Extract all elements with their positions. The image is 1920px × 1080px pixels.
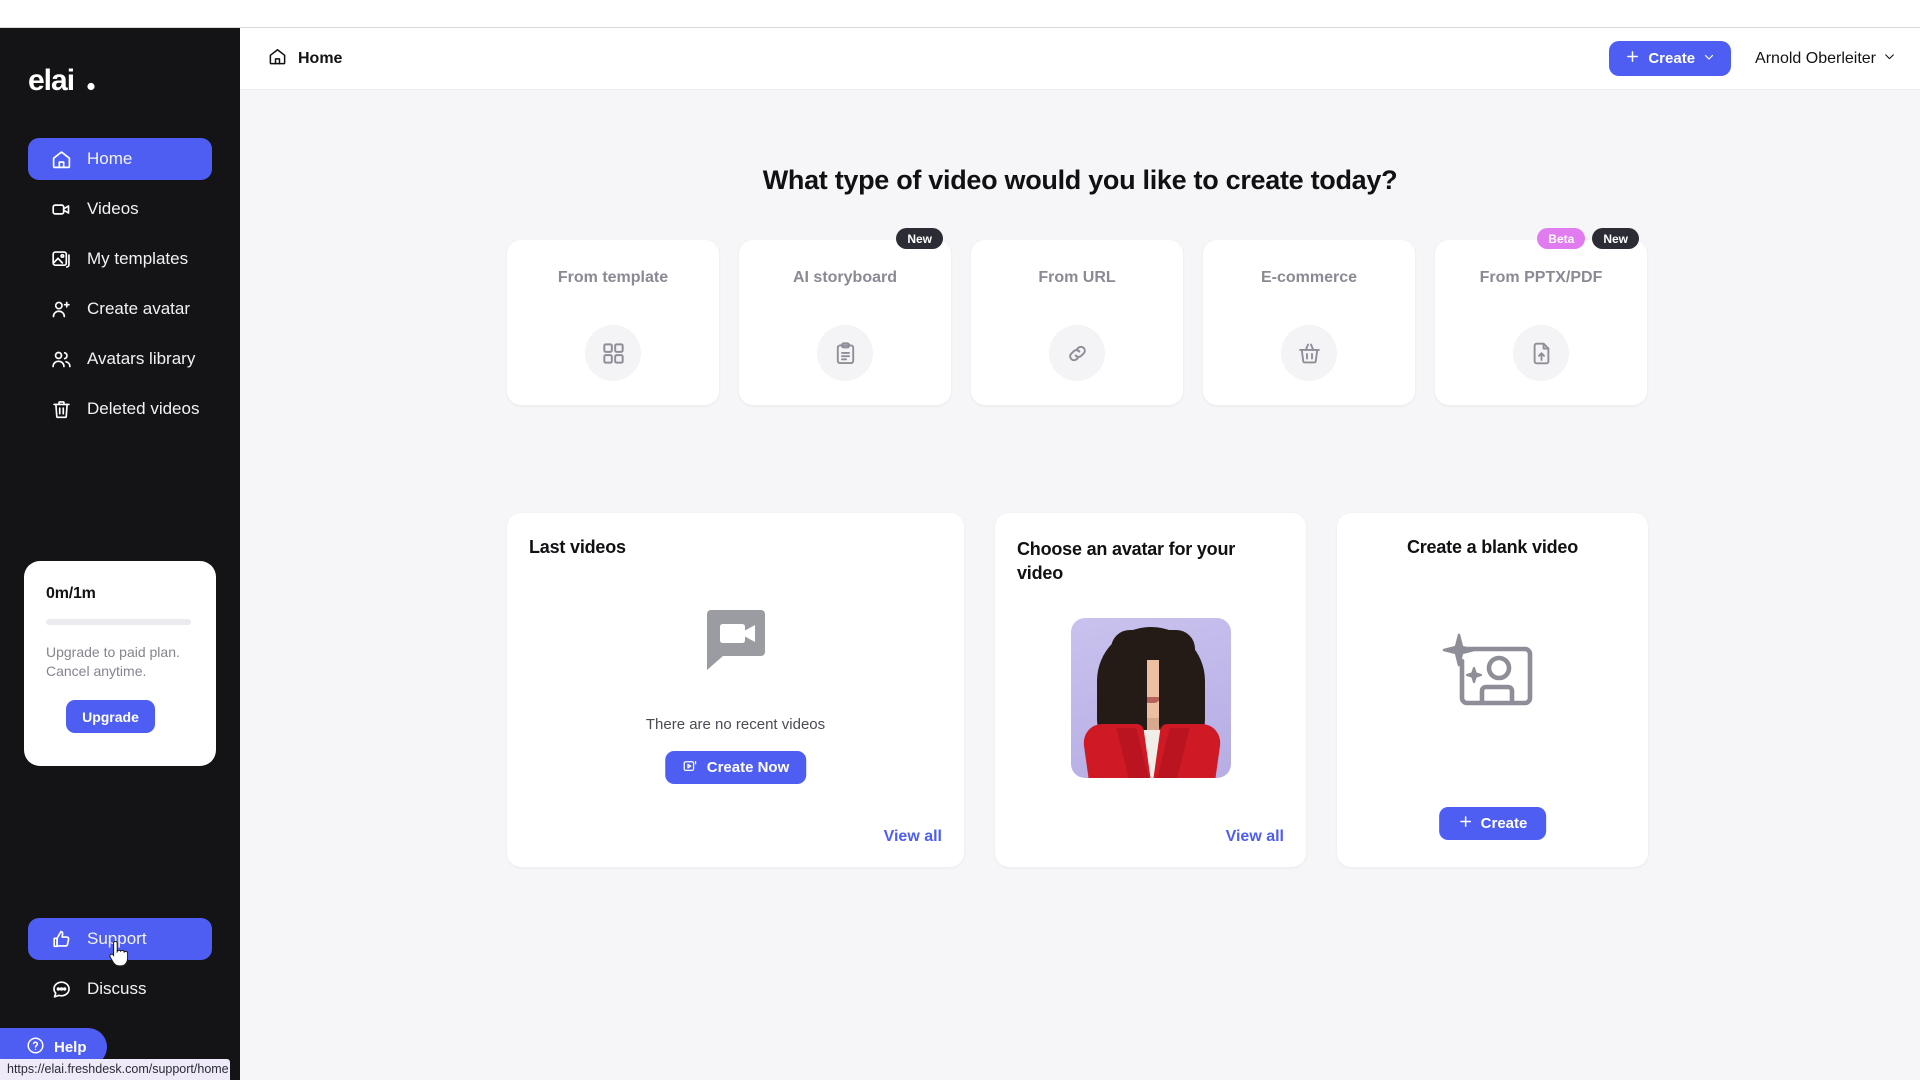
sidebar-item-videos[interactable]: Videos xyxy=(28,188,212,230)
panel-last-videos: Last videos There are no recent videos C… xyxy=(507,513,964,867)
video-play-icon xyxy=(682,758,698,778)
sidebar-item-label: Home xyxy=(87,149,133,168)
link-icon xyxy=(1049,325,1105,381)
badge-row: New xyxy=(896,228,943,249)
app-shell: elai Home Videos My templates Create ava… xyxy=(0,28,1920,1080)
grid-icon xyxy=(585,325,641,381)
sidebar-nav: Home Videos My templates Create avatar A… xyxy=(0,138,240,438)
chat-bubble-icon xyxy=(50,978,72,1000)
video-placeholder-icon xyxy=(703,608,769,679)
topbar: Home Create Arnold Oberleiter xyxy=(240,28,1920,90)
dashboard-panels: Last videos There are no recent videos C… xyxy=(507,513,1648,867)
panel-title: Last videos xyxy=(529,537,626,557)
status-badge-beta: Beta xyxy=(1537,228,1586,249)
browser-chrome-strip xyxy=(0,0,1920,28)
sidebar-item-support[interactable]: Support xyxy=(28,918,212,960)
sidebar-item-label: Discuss xyxy=(87,979,147,998)
view-all-videos-link[interactable]: View all xyxy=(884,828,942,846)
status-bar-url: https://elai.freshdesk.com/support/home xyxy=(0,1059,230,1080)
thumbs-up-icon xyxy=(50,928,72,950)
video-type-card-list: From template New AI storyboard From URL… xyxy=(507,228,1647,405)
status-badge-new: New xyxy=(1592,228,1639,249)
create-blank-label: Create xyxy=(1480,815,1528,832)
basket-icon xyxy=(1281,325,1337,381)
image-stack-icon xyxy=(50,248,72,270)
empty-state-text: There are no recent videos xyxy=(645,716,826,733)
type-card-e-commerce[interactable]: E-commerce xyxy=(1203,240,1415,405)
sidebar-item-deleted-videos[interactable]: Deleted videos xyxy=(28,388,212,430)
breadcrumb[interactable]: Home xyxy=(268,47,342,71)
sidebar-item-my-templates[interactable]: My templates xyxy=(28,238,212,280)
sidebar-item-avatars-library[interactable]: Avatars library xyxy=(28,338,212,380)
create-button[interactable]: Create xyxy=(1609,41,1732,76)
plus-icon xyxy=(1625,49,1640,68)
plus-icon xyxy=(1458,814,1473,833)
type-card-label: From URL xyxy=(1038,269,1116,286)
user-menu[interactable]: Arnold Oberleiter xyxy=(1755,50,1896,68)
create-now-button[interactable]: Create Now xyxy=(664,751,807,784)
sidebar-item-discuss[interactable]: Discuss xyxy=(28,968,212,1010)
topbar-actions: Create Arnold Oberleiter xyxy=(1609,41,1896,76)
status-badge-new: New xyxy=(896,228,943,249)
breadcrumb-label: Home xyxy=(298,49,343,67)
svg-text:elai: elai xyxy=(28,64,74,97)
clipboard-icon xyxy=(817,325,873,381)
user-plus-icon xyxy=(50,298,72,320)
sidebar-item-create-avatar[interactable]: Create avatar xyxy=(28,288,212,330)
create-now-label: Create Now xyxy=(706,759,790,776)
sidebar-bottom-nav: Support Discuss xyxy=(0,918,240,1018)
create-blank-video-button[interactable]: Create xyxy=(1438,807,1547,840)
type-card-ai-storyboard[interactable]: New AI storyboard xyxy=(739,228,951,405)
panel-choose-avatar: Choose an avatar for your video View all xyxy=(995,513,1306,867)
trash-icon xyxy=(50,398,72,420)
user-name: Arnold Oberleiter xyxy=(1755,49,1876,67)
image-sparkle-icon xyxy=(1441,631,1545,724)
upgrade-description: Upgrade to paid plan. Cancel anytime. xyxy=(46,644,180,679)
main-area: Home Create Arnold Oberleiter What type … xyxy=(240,28,1920,1080)
sidebar-item-label: My templates xyxy=(87,249,189,268)
sidebar-item-label: Support xyxy=(87,929,147,948)
create-button-label: Create xyxy=(1648,50,1696,67)
type-card-label: From PPTX/PDF xyxy=(1479,269,1603,286)
users-icon xyxy=(50,348,72,370)
chevron-down-icon xyxy=(1703,50,1715,67)
usage-counter: 0m/1m xyxy=(46,585,96,602)
type-card-label: AI storyboard xyxy=(792,269,897,286)
view-all-avatars-link[interactable]: View all xyxy=(1226,828,1284,846)
question-circle-icon xyxy=(26,1036,45,1059)
content-area: What type of video would you like to cre… xyxy=(240,90,1920,1080)
badge-row: Beta New xyxy=(1537,228,1639,249)
chevron-down-icon xyxy=(1883,50,1896,68)
sidebar-item-label: Create avatar xyxy=(87,299,190,318)
type-card-from-pptx-pdf[interactable]: Beta New From PPTX/PDF xyxy=(1435,228,1647,405)
sidebar-item-home[interactable]: Home xyxy=(28,138,212,180)
home-icon xyxy=(50,148,72,170)
brand-logo[interactable]: elai xyxy=(28,61,108,101)
home-icon xyxy=(268,47,287,71)
panel-create-blank-video: Create a blank video Create xyxy=(1337,513,1648,867)
page-title: What type of video would you like to cre… xyxy=(762,165,1398,195)
file-upload-icon xyxy=(1513,325,1569,381)
avatar[interactable] xyxy=(1070,618,1231,778)
video-camera-icon xyxy=(50,198,72,220)
type-card-from-url[interactable]: From URL xyxy=(971,240,1183,405)
type-card-label: From template xyxy=(557,269,669,286)
panel-title: Choose an avatar for your video xyxy=(1017,539,1236,584)
sidebar-item-label: Videos xyxy=(87,199,139,218)
upgrade-button[interactable]: Upgrade xyxy=(66,700,155,734)
type-card-label: E-commerce xyxy=(1260,269,1358,286)
sidebar: elai Home Videos My templates Create ava… xyxy=(0,28,240,1080)
sidebar-item-label: Avatars library xyxy=(87,349,196,368)
help-button-label: Help xyxy=(54,1038,87,1056)
upgrade-card: 0m/1m Upgrade to paid plan. Cancel anyti… xyxy=(24,561,216,766)
type-card-from-template[interactable]: From template xyxy=(507,240,719,405)
panel-title: Create a blank video xyxy=(1406,537,1579,557)
sidebar-item-label: Deleted videos xyxy=(87,399,200,418)
usage-progress-bar xyxy=(46,619,191,625)
